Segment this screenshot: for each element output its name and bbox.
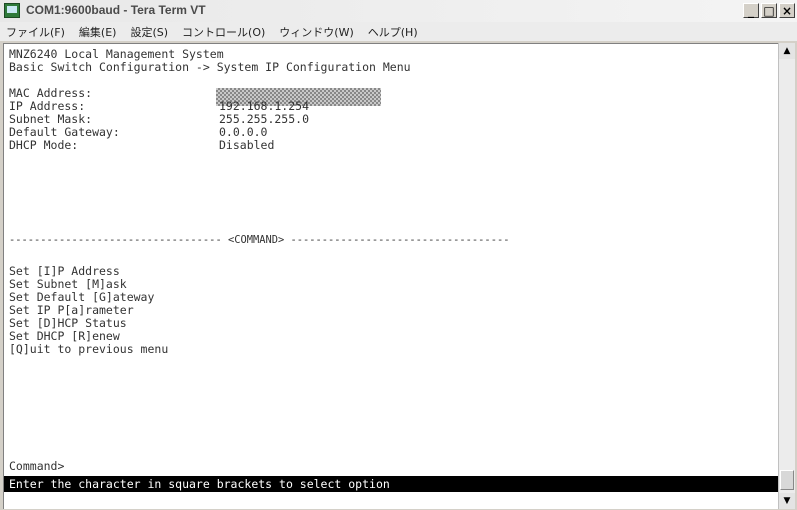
tera-term-window: COM1:9600baud - Tera Term VT _ □ × ファイル(… bbox=[0, 0, 797, 510]
menu-control[interactable]: コントロール(O) bbox=[176, 24, 273, 40]
close-button[interactable]: × bbox=[779, 3, 795, 18]
tera-term-app-icon bbox=[4, 3, 20, 18]
menu-setup[interactable]: 設定(S) bbox=[124, 24, 176, 40]
field-value-dhcp: Disabled bbox=[219, 138, 275, 152]
command-separator: ---------------------------------- <COMM… bbox=[9, 234, 510, 246]
menu-help[interactable]: ヘルプ(H) bbox=[362, 24, 426, 40]
minimize-button[interactable]: _ bbox=[743, 3, 759, 18]
scroll-down-icon[interactable]: ▼ bbox=[779, 493, 795, 509]
command-option: [Q]uit to previous menu bbox=[9, 342, 169, 356]
field-label-dhcp: DHCP Mode: bbox=[9, 138, 79, 152]
status-line: Enter the character in square brackets t… bbox=[4, 476, 778, 492]
vertical-scrollbar[interactable]: ▲ ▼ bbox=[778, 43, 795, 509]
menu-edit[interactable]: 編集(E) bbox=[73, 24, 125, 40]
command-prompt: Command> bbox=[9, 459, 65, 473]
scroll-up-icon[interactable]: ▲ bbox=[779, 43, 795, 59]
terminal-header-breadcrumb: Basic Switch Configuration -> System IP … bbox=[9, 60, 411, 74]
terminal-screen[interactable]: MNZ6240 Local Management System Basic Sw… bbox=[3, 43, 778, 509]
title-bar[interactable]: COM1:9600baud - Tera Term VT _ □ × bbox=[0, 0, 797, 23]
menu-bar: ファイル(F) 編集(E) 設定(S) コントロール(O) ウィンドウ(W) ヘ… bbox=[0, 22, 797, 41]
window-title: COM1:9600baud - Tera Term VT bbox=[26, 3, 206, 17]
scroll-thumb[interactable] bbox=[780, 470, 794, 490]
maximize-button[interactable]: □ bbox=[761, 3, 777, 18]
menu-file[interactable]: ファイル(F) bbox=[0, 24, 73, 40]
window-controls: _ □ × bbox=[743, 3, 795, 19]
menu-window[interactable]: ウィンドウ(W) bbox=[273, 24, 361, 40]
